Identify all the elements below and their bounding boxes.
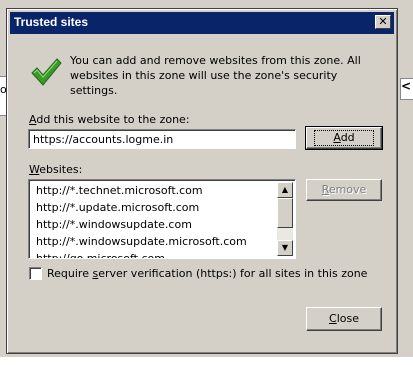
add-website-label: Add this website to the zone: [29, 113, 190, 126]
dialog-title: Trusted sites [14, 15, 89, 29]
scroll-up-icon[interactable]: ▲ [277, 182, 293, 198]
background-chevron-icon: < [400, 79, 411, 93]
websites-scrollbar[interactable]: ▲ ▼ [277, 182, 293, 256]
require-label-rest: erver verification (https:) for all site… [98, 267, 368, 280]
list-item[interactable]: http://go.microsoft.com [36, 250, 275, 258]
list-item[interactable]: http://*.windowsupdate.com [36, 216, 275, 233]
close-button-label: lose [336, 312, 359, 325]
remove-button-accesskey: R [321, 183, 329, 196]
add-button[interactable]: Add [305, 126, 383, 150]
trusted-sites-dialog: Trusted sites ✕ You can add and remove w… [6, 8, 398, 354]
require-https-checkbox[interactable] [29, 267, 42, 280]
require-label-prefix: Require [47, 267, 93, 280]
websites-list-items: http://*.technet.microsoft.com http://*.… [36, 182, 275, 258]
scroll-down-icon[interactable]: ▼ [277, 240, 293, 256]
background-window-bottom [0, 357, 413, 365]
require-https-label[interactable]: Require server verification (https:) for… [47, 267, 367, 280]
websites-label-accesskey: W [29, 163, 40, 176]
add-label-text: dd this website to the zone: [36, 113, 190, 126]
title-bar[interactable]: Trusted sites ✕ [10, 12, 394, 34]
websites-label-text: ebsites: [39, 163, 83, 176]
list-item[interactable]: http://*.windowsupdate.microsoft.com [36, 233, 275, 250]
add-button-label: dd [340, 131, 355, 144]
close-button-accesskey: C [329, 312, 337, 325]
intro-text: You can add and remove websites from thi… [70, 54, 361, 97]
scroll-thumb[interactable] [277, 198, 293, 228]
remove-button[interactable]: Remove [306, 179, 382, 201]
remove-button-label: emove [328, 183, 367, 196]
add-button-accesskey: A [333, 131, 341, 144]
list-item[interactable]: http://*.update.microsoft.com [36, 199, 275, 216]
websites-list[interactable]: http://*.technet.microsoft.com http://*.… [28, 179, 296, 259]
close-icon[interactable]: ✕ [375, 15, 391, 29]
add-website-input[interactable]: https://accounts.logme.in [28, 129, 296, 149]
websites-label: Websites: [29, 163, 82, 176]
close-button[interactable]: Close [306, 307, 382, 331]
add-button-focus: Add [314, 130, 374, 146]
check-icon [31, 58, 62, 86]
list-item[interactable]: http://*.technet.microsoft.com [36, 182, 275, 199]
